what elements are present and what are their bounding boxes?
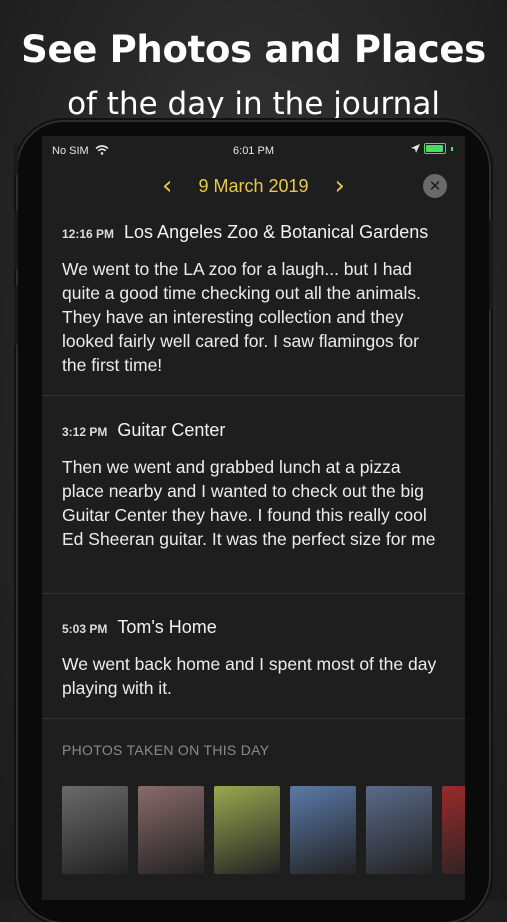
entry-place: Guitar Center	[117, 420, 226, 440]
date-navigation: ‹ 9 March 2019 ›	[42, 170, 465, 202]
phone-volume-down	[14, 285, 18, 345]
photo-theater[interactable]	[366, 786, 432, 874]
photo-pond[interactable]	[214, 786, 280, 874]
headline-subtitle: of the day in the journal	[67, 86, 440, 122]
entry-place: Tom's Home	[117, 617, 217, 637]
journal-entry[interactable]: 5:03 PM Tom's Home We went back home and…	[42, 617, 465, 700]
chevron-left-icon[interactable]: ‹	[162, 173, 172, 199]
entry-place: Los Angeles Zoo & Botanical Gardens	[124, 222, 429, 242]
entry-time: 3:12 PM	[62, 425, 108, 439]
phone-volume-up	[14, 210, 18, 270]
location-arrow-icon	[411, 144, 420, 153]
entry-divider	[42, 718, 465, 719]
photo-zoo-walkway[interactable]	[62, 786, 128, 874]
app-screen: No SIM 6:01 PM ‹ 9 March 2019 › ✕ 12:16 …	[42, 136, 465, 900]
entry-divider	[42, 593, 465, 594]
entry-text: We went to the LA zoo for a laugh... but…	[62, 259, 421, 375]
entry-text: Then we went and grabbed lunch at a pizz…	[62, 457, 436, 549]
photo-red-sign[interactable]	[442, 786, 465, 874]
status-bar: No SIM 6:01 PM	[42, 136, 465, 164]
entry-divider	[42, 395, 465, 396]
headline-title: See Photos and Places	[21, 28, 486, 71]
status-right	[411, 143, 453, 154]
phone-power-button	[489, 220, 493, 310]
entry-text: We went back home and I spent most of th…	[62, 654, 437, 698]
close-icon[interactable]: ✕	[423, 174, 447, 198]
entry-time: 5:03 PM	[62, 622, 108, 636]
photo-flamingos[interactable]	[138, 786, 204, 874]
journal-entry[interactable]: 3:12 PM Guitar Center Then we went and g…	[42, 420, 465, 551]
photos-section-label: PHOTOS TAKEN ON THIS DAY	[62, 742, 270, 758]
phone-side-button	[14, 145, 18, 175]
battery-charging-icon	[424, 143, 446, 154]
current-date: 9 March 2019	[198, 175, 309, 196]
chevron-right-icon[interactable]: ›	[335, 173, 345, 199]
entry-time: 12:16 PM	[62, 227, 115, 241]
journal-entry[interactable]: 12:16 PM Los Angeles Zoo & Botanical Gar…	[42, 222, 465, 377]
photo-trees[interactable]	[290, 786, 356, 874]
photo-strip[interactable]	[62, 786, 465, 874]
status-time: 6:01 PM	[233, 145, 274, 157]
